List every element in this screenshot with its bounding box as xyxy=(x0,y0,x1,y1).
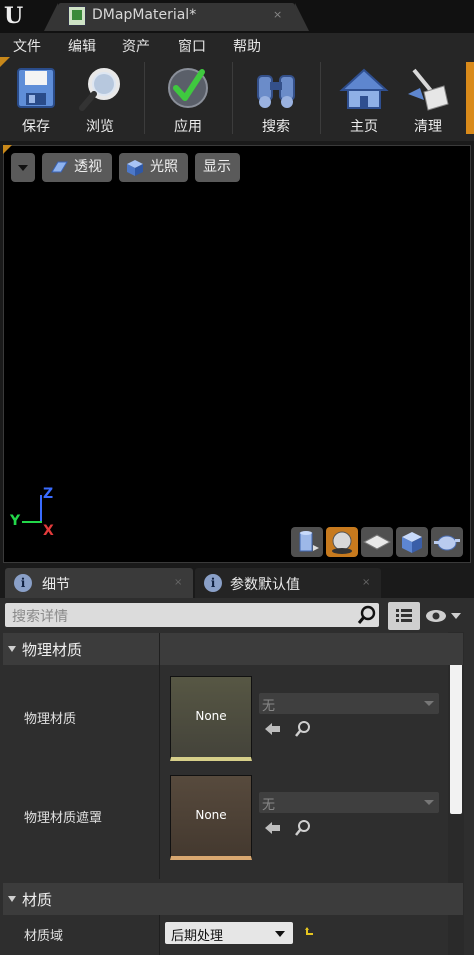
viewport-corner-marker xyxy=(3,145,12,154)
apply-icon xyxy=(168,68,208,108)
preview-cube-button[interactable] xyxy=(396,527,428,557)
tab-details[interactable] xyxy=(5,568,193,598)
use-selected-arrow-icon[interactable] xyxy=(264,721,282,737)
use-selected-arrow-icon[interactable] xyxy=(264,820,282,836)
cube-icon xyxy=(402,532,422,553)
info-icon: i xyxy=(204,574,222,592)
sphere-icon xyxy=(332,531,352,554)
browse-asset-icon[interactable] xyxy=(294,721,312,737)
toolbar-corner-marker xyxy=(0,57,10,67)
category-physical-material-title: 物理材质 xyxy=(22,641,83,659)
home-icon xyxy=(339,68,389,109)
home-label: 主页 xyxy=(350,119,378,135)
menu-help[interactable]: 帮助 xyxy=(233,36,261,56)
collapse-arrow-icon[interactable] xyxy=(8,896,16,902)
lit-cube-icon xyxy=(127,160,143,176)
tab-details-label: 细节 xyxy=(42,577,70,593)
toolbar-separator xyxy=(320,62,321,134)
close-tab-icon[interactable]: × xyxy=(174,577,182,588)
prop-physical-material-label: 物理材质 xyxy=(24,712,77,727)
search-icon[interactable] xyxy=(357,605,377,625)
lighting-label: 光照 xyxy=(150,159,178,175)
browse-icon xyxy=(79,68,120,111)
preview-cylinder-button[interactable] xyxy=(291,527,323,557)
prop-material-domain-label: 材质域 xyxy=(24,929,64,944)
perspective-button[interactable]: 透视 xyxy=(42,153,112,182)
apply-button[interactable]: 应用 xyxy=(162,64,214,136)
material-domain-dropdown[interactable]: 后期处理 xyxy=(165,922,293,944)
binoculars-icon xyxy=(257,75,295,108)
save-icon xyxy=(17,68,55,108)
search-button[interactable]: 搜索 xyxy=(250,64,302,136)
tab-parameter-defaults-label: 参数默认值 xyxy=(230,577,300,593)
browse-label: 浏览 xyxy=(86,119,114,135)
category-material[interactable] xyxy=(3,883,463,915)
menu-edit[interactable]: 编辑 xyxy=(68,36,96,56)
preview-viewport[interactable] xyxy=(3,145,471,563)
physical-material-combo[interactable]: 无 xyxy=(259,693,439,714)
viewport-options-dropdown[interactable] xyxy=(11,153,35,182)
z-axis-label: Z xyxy=(43,486,54,502)
menu-file[interactable]: 文件 xyxy=(13,36,41,56)
browse-asset-icon[interactable] xyxy=(294,820,312,836)
y-axis-line xyxy=(22,521,42,523)
browse-button[interactable]: 浏览 xyxy=(74,64,126,136)
search-placeholder: 搜索详情 xyxy=(12,609,68,625)
column-divider[interactable] xyxy=(159,633,160,879)
teapot-icon xyxy=(434,535,460,551)
close-tab-icon[interactable]: × xyxy=(362,577,370,588)
preview-mesh-button[interactable] xyxy=(431,527,463,557)
prop-physical-material-mask-label: 物理材质遮罩 xyxy=(24,811,103,826)
toolbar-separator xyxy=(144,62,145,134)
home-button[interactable]: 主页 xyxy=(338,64,390,136)
save-button[interactable]: 保存 xyxy=(10,64,62,136)
clean-label: 清理 xyxy=(414,119,442,135)
grid-icon xyxy=(396,609,412,622)
view-options-button[interactable] xyxy=(425,607,461,625)
reset-to-default-icon[interactable] xyxy=(304,926,316,938)
apply-label: 应用 xyxy=(174,119,202,135)
dropdown-value: 后期处理 xyxy=(171,929,224,944)
chevron-down-icon xyxy=(424,800,434,805)
search-label: 搜索 xyxy=(262,119,290,135)
perspective-icon xyxy=(51,161,68,173)
menu-window[interactable]: 窗口 xyxy=(178,36,206,56)
y-axis-label: Y xyxy=(10,513,21,529)
thumbnail-none-label: None xyxy=(195,808,227,822)
physical-material-thumbnail[interactable]: None xyxy=(170,676,252,761)
preview-plane-button[interactable] xyxy=(361,527,393,557)
save-label: 保存 xyxy=(22,119,50,135)
x-axis-label: X xyxy=(43,523,54,539)
clean-button[interactable]: 清理 xyxy=(402,64,454,136)
z-axis-line xyxy=(40,495,42,521)
physical-material-mask-combo[interactable]: 无 xyxy=(259,792,439,813)
plane-icon xyxy=(362,534,392,550)
info-icon: i xyxy=(14,574,32,592)
collapse-arrow-icon[interactable] xyxy=(8,646,16,652)
show-label: 显示 xyxy=(203,159,231,175)
toolbar-overflow-marker[interactable] xyxy=(466,62,474,134)
column-divider[interactable] xyxy=(159,915,160,955)
preview-sphere-button[interactable] xyxy=(326,527,358,557)
lighting-button[interactable]: 光照 xyxy=(119,153,188,182)
show-button[interactable]: 显示 xyxy=(195,153,240,182)
eye-icon xyxy=(426,610,461,622)
perspective-label: 透视 xyxy=(74,159,102,175)
property-matrix-button[interactable] xyxy=(388,602,420,630)
chevron-down-icon xyxy=(275,931,285,937)
toolbar-separator xyxy=(232,62,233,134)
document-title: DMapMaterial* xyxy=(92,7,197,23)
physical-material-mask-thumbnail[interactable]: None xyxy=(170,775,252,860)
category-material-title: 材质 xyxy=(22,891,53,909)
unreal-logo-icon[interactable]: U xyxy=(4,4,28,28)
cylinder-icon xyxy=(299,531,319,552)
combo-value: 无 xyxy=(262,798,276,813)
thumbnail-none-label: None xyxy=(195,709,227,723)
clean-icon xyxy=(408,68,449,111)
close-tab-icon[interactable]: × xyxy=(273,8,282,21)
menu-asset[interactable]: 资产 xyxy=(122,36,150,56)
chevron-down-icon xyxy=(424,701,434,706)
material-asset-icon xyxy=(68,6,86,26)
combo-value: 无 xyxy=(262,699,276,714)
